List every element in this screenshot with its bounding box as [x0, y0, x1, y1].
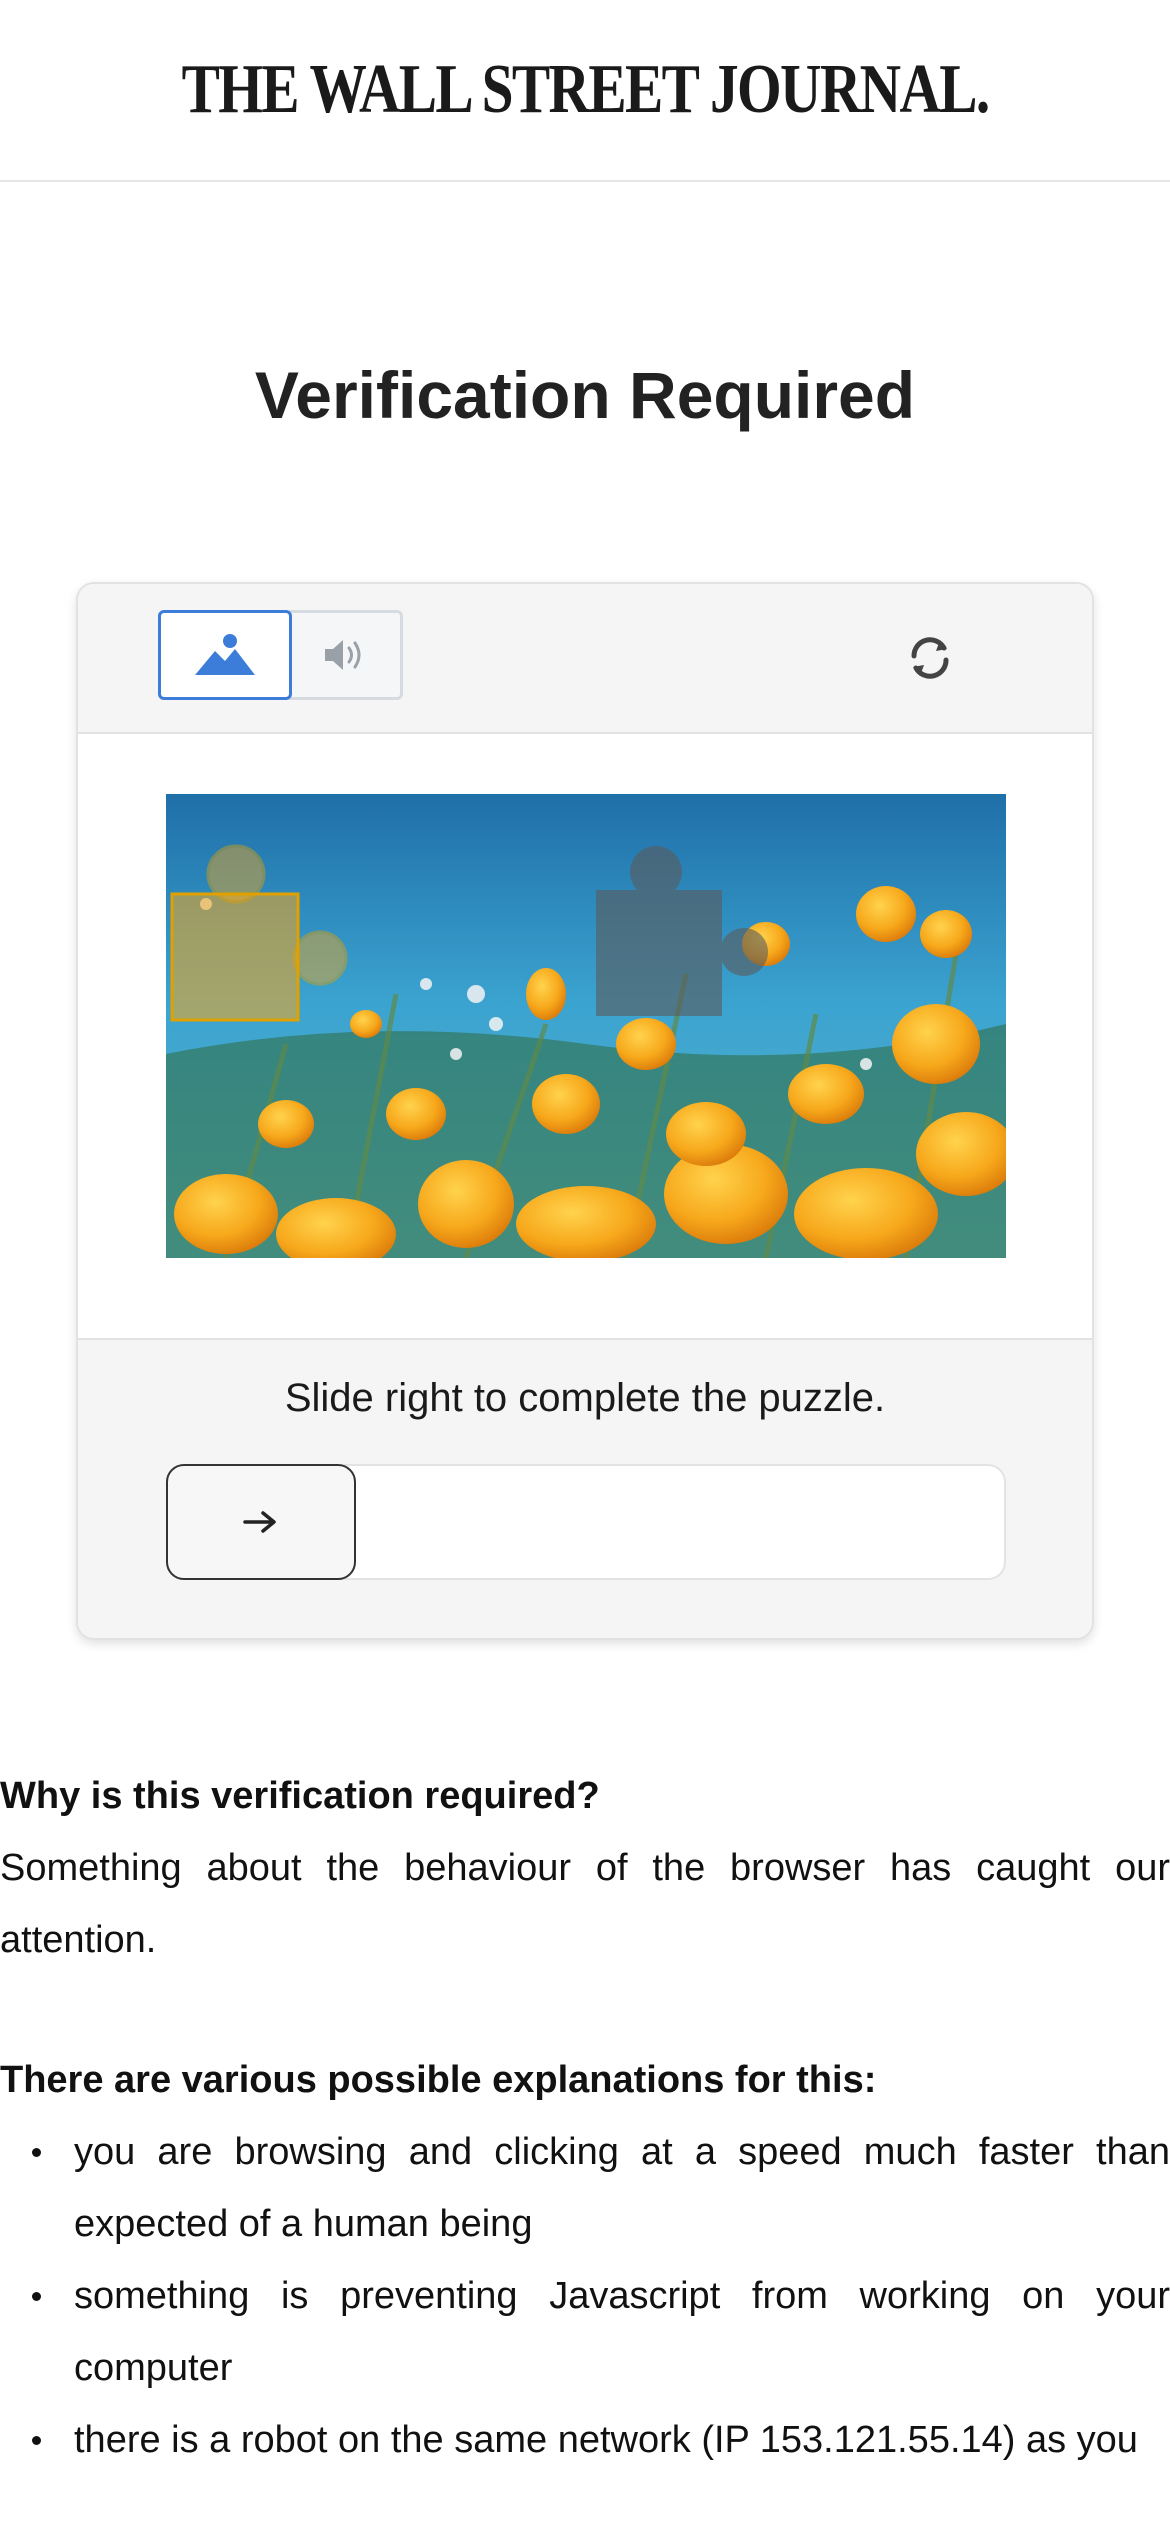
list-item: something is preventing Javascript from … — [0, 2260, 1170, 2404]
image-icon — [195, 634, 255, 675]
slider-handle[interactable] — [166, 1464, 356, 1580]
audio-mode-button[interactable] — [289, 610, 403, 700]
refresh-icon — [911, 637, 949, 679]
why-heading: Why is this verification required? — [0, 1775, 600, 1817]
image-mode-button[interactable] — [158, 610, 292, 700]
why-text: Something about the behaviour of the bro… — [0, 1847, 1170, 1961]
puzzle-area — [78, 734, 1092, 1340]
arrow-right-icon — [243, 1511, 276, 1533]
captcha-mode-switch — [158, 610, 404, 700]
explanations-heading: There are various possible explanations … — [0, 2059, 877, 2101]
list-item: you are browsing and clicking at a speed… — [0, 2116, 1170, 2260]
captcha-footer: Slide right to complete the puzzle. — [78, 1340, 1092, 1638]
reason-list: you are browsing and clicking at a speed… — [0, 2116, 1170, 2476]
wsj-logo[interactable]: THE WALL STREET JOURNAL. — [181, 50, 990, 130]
list-item: there is a robot on the same network (IP… — [0, 2404, 1170, 2476]
slider-track[interactable] — [166, 1464, 1006, 1580]
captcha-widget: Slide right to complete the puzzle. — [76, 582, 1094, 1640]
speaker-icon — [324, 640, 360, 670]
page-title: Verification Required — [254, 358, 916, 432]
refresh-button[interactable] — [900, 628, 960, 688]
captcha-toolbar — [78, 584, 1092, 734]
verification-info: Why is this verification required? Somet… — [0, 1760, 1170, 2476]
masthead: THE WALL STREET JOURNAL. — [0, 0, 1170, 182]
puzzle-image — [166, 794, 1006, 1258]
slide-instruction: Slide right to complete the puzzle. — [284, 1376, 886, 1420]
flower-field-image — [166, 794, 1006, 1258]
